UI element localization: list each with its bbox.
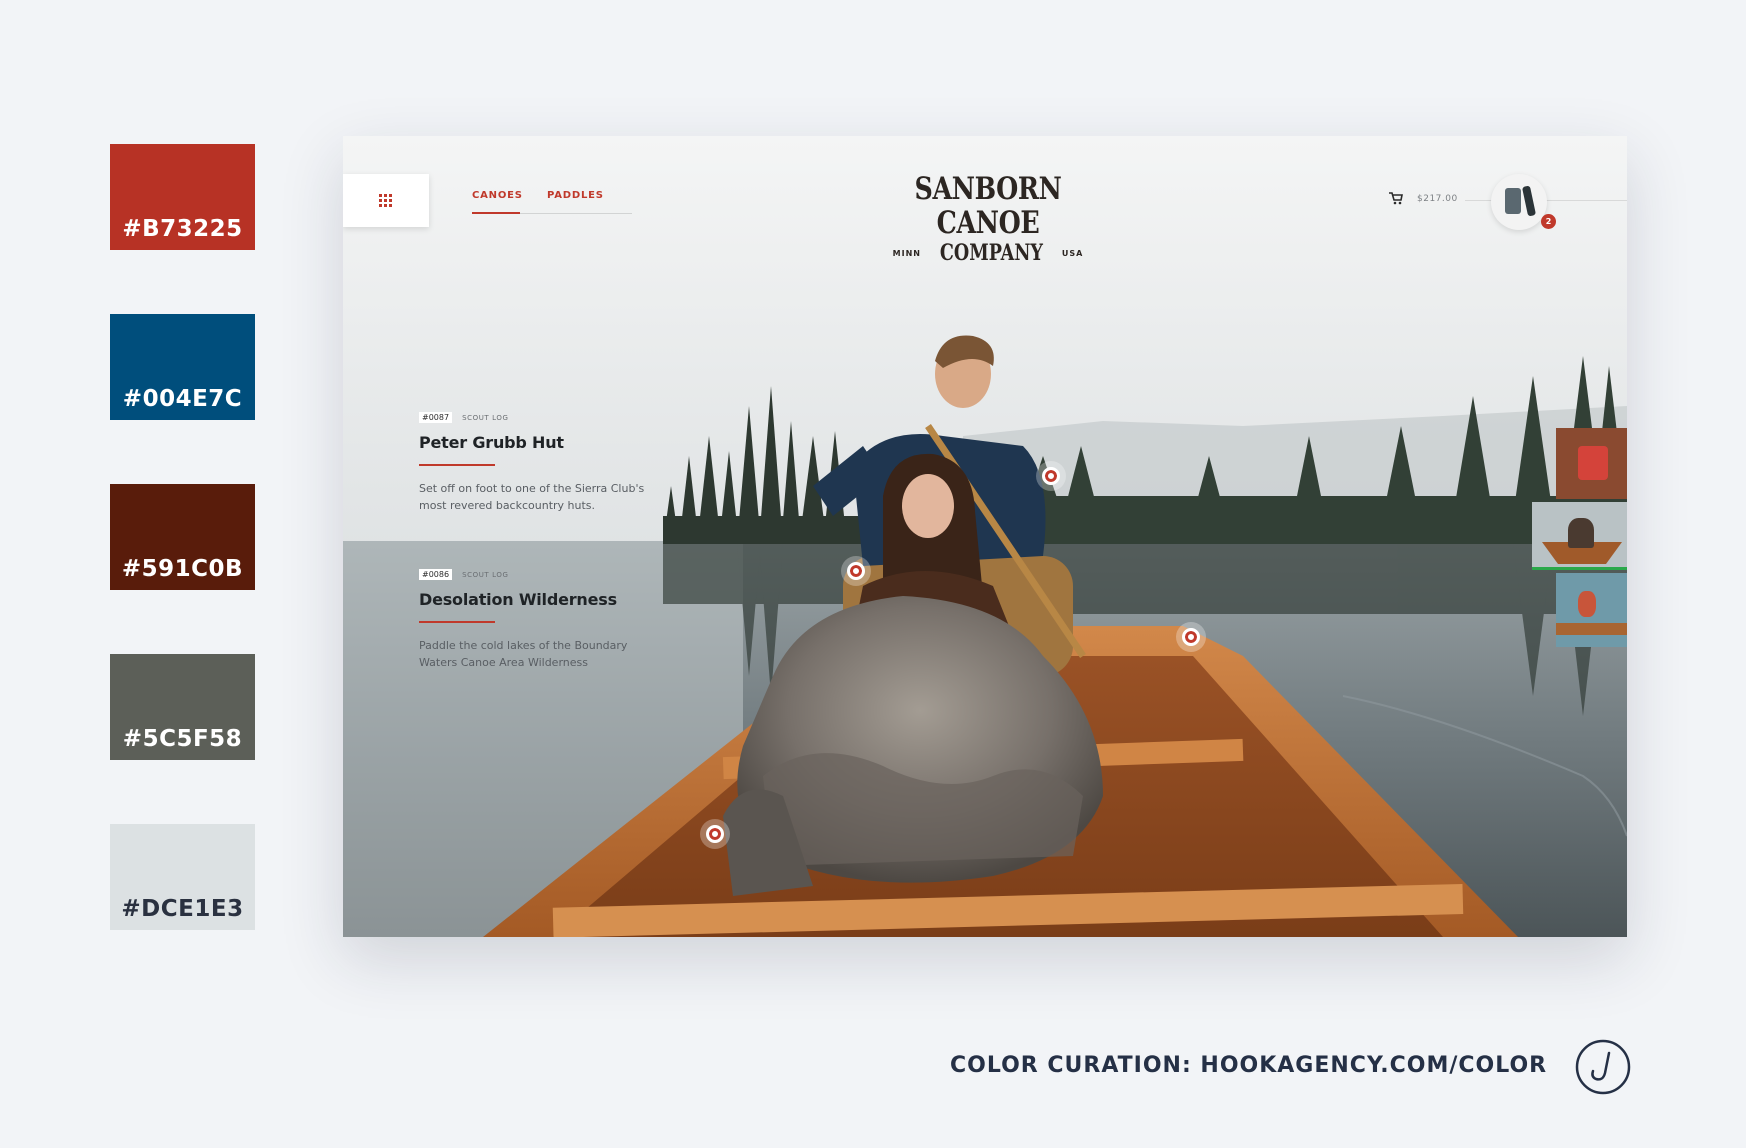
article-rule	[419, 464, 495, 466]
hotspot-paddle[interactable]	[1036, 461, 1066, 491]
cart-icon[interactable]	[1389, 192, 1403, 205]
swatch-label: #5C5F58	[122, 726, 243, 752]
swatch-blue: #004E7C	[110, 314, 255, 420]
swatch-label: #DCE1E3	[121, 896, 244, 922]
tab-paddles[interactable]: PADDLES	[547, 190, 604, 201]
cart-count-badge: 2	[1541, 214, 1556, 229]
swatch-label: #591C0B	[121, 556, 244, 582]
side-thumbnail-couple[interactable]	[1532, 502, 1627, 570]
logo-right-small: USA	[1061, 248, 1084, 258]
hotspot-paddle-blade[interactable]	[1176, 622, 1206, 652]
article-card[interactable]: #0087 SCOUT LOG Peter Grubb Hut Set off …	[419, 412, 659, 514]
swatch-label: #B73225	[122, 216, 243, 242]
logo-line-2: COMPANY	[939, 240, 1043, 266]
site-logo[interactable]: SANBORN CANOE MINN COMPANY USA	[873, 171, 1103, 266]
article-id: #0087	[419, 412, 453, 423]
article-description: Paddle the cold lakes of the Boundary Wa…	[419, 639, 628, 669]
logo-left-small: MINN	[892, 248, 921, 258]
swatch-light: #DCE1E3	[110, 824, 255, 930]
article-title[interactable]: Desolation Wilderness	[419, 590, 659, 609]
color-curation-credit[interactable]: COLOR CURATION: HOOKAGENCY.COM/COLOR	[950, 1053, 1547, 1078]
article-category: SCOUT LOG	[462, 413, 509, 422]
article-card[interactable]: #0086 SCOUT LOG Desolation Wilderness Pa…	[419, 569, 659, 671]
swatch-label: #004E7C	[122, 386, 243, 412]
article-description: Set off on foot to one of the Sierra Clu…	[419, 482, 645, 512]
grid-menu-icon	[379, 193, 392, 207]
article-title[interactable]: Peter Grubb Hut	[419, 433, 659, 452]
hotspot-jacket[interactable]	[841, 556, 871, 586]
article-category: SCOUT LOG	[462, 570, 509, 579]
active-tab-indicator	[472, 212, 520, 214]
swatch-red: #B73225	[110, 144, 255, 250]
tab-canoes[interactable]: CANOES	[472, 190, 523, 201]
cart-total: $217.00	[1417, 194, 1458, 204]
menu-button[interactable]	[343, 174, 429, 227]
article-rule	[419, 621, 495, 623]
side-thumbnail-lake[interactable]	[1556, 573, 1627, 647]
website-preview: CANOES PADDLES SANBORN CANOE MINN COMPAN…	[343, 136, 1627, 937]
cart-item-thumbnail[interactable]	[1491, 174, 1547, 230]
swatch-gray: #5C5F58	[110, 654, 255, 760]
logo-line-1: SANBORN CANOE	[914, 171, 1062, 241]
side-thumbnail-mugs[interactable]	[1556, 428, 1627, 499]
hotspot-canoe[interactable]	[700, 819, 730, 849]
swatch-brown: #591C0B	[110, 484, 255, 590]
article-id: #0086	[419, 569, 453, 580]
hook-logo-icon[interactable]	[1575, 1039, 1631, 1095]
